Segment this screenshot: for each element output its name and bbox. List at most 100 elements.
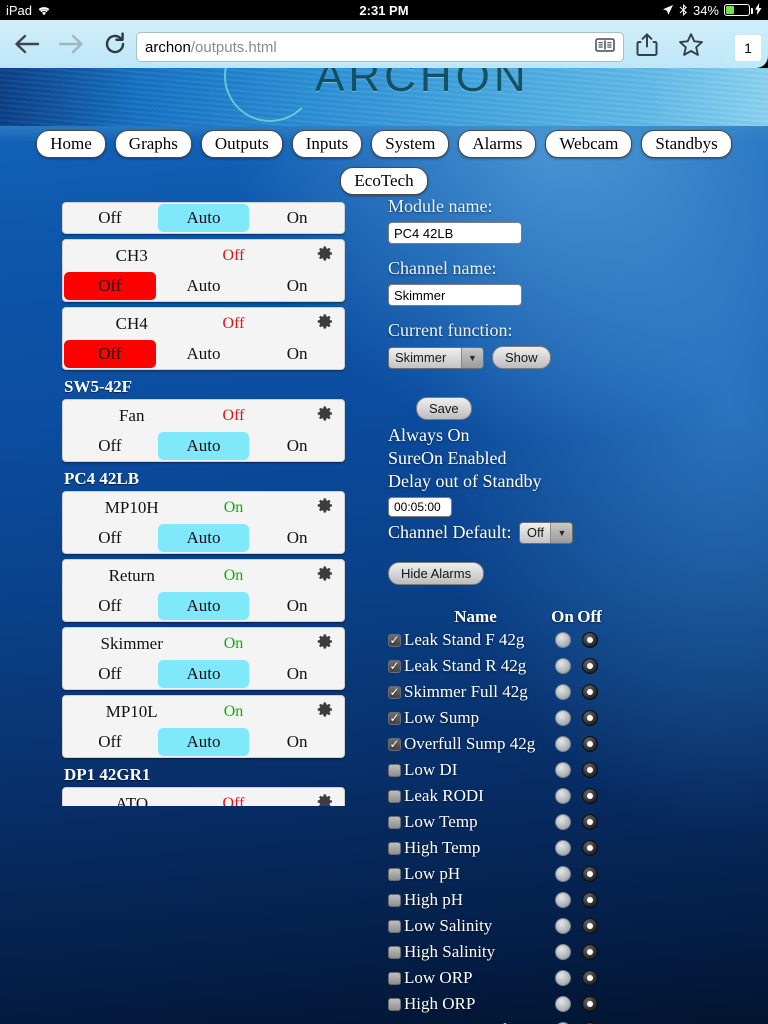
channel-mode-auto-button[interactable]: Auto [157, 660, 250, 688]
alarm-on-radio[interactable] [554, 892, 571, 909]
alarm-enable-checkbox[interactable] [388, 919, 401, 933]
channel-mode-on-button[interactable]: On [251, 272, 343, 300]
tab-count-button[interactable]: 1 [735, 35, 761, 61]
nav-item-alarms[interactable]: Alarms [458, 130, 537, 159]
channel-settings-gear-button[interactable] [277, 565, 334, 587]
delay-time-input[interactable]: 00:05:00 [388, 497, 452, 518]
bookmark-button[interactable] [678, 32, 708, 58]
alarm-on-radio[interactable] [554, 996, 571, 1013]
channel-mode-on-button[interactable]: On [251, 204, 343, 232]
alarm-off-radio[interactable] [581, 658, 598, 675]
channel-mode-off-button[interactable]: Off [64, 340, 156, 368]
alarm-on-radio[interactable] [554, 866, 571, 883]
alarm-off-radio[interactable] [581, 788, 598, 805]
nav-item-system[interactable]: System [371, 130, 450, 159]
channel-mode-off-button[interactable]: Off [64, 524, 156, 552]
alarm-enable-checkbox[interactable] [388, 685, 401, 699]
channel-mode-on-button[interactable]: On [251, 728, 343, 756]
forward-button[interactable] [52, 30, 90, 58]
alarm-on-radio[interactable] [554, 840, 571, 857]
channel-settings-gear-button[interactable] [277, 793, 334, 806]
alarm-enable-checkbox[interactable] [388, 789, 401, 803]
alarm-off-radio[interactable] [581, 996, 598, 1013]
alarm-enable-checkbox[interactable] [388, 971, 401, 985]
channel-mode-off-button[interactable]: Off [64, 728, 156, 756]
reader-view-icon[interactable] [595, 38, 615, 57]
alarm-on-radio[interactable] [554, 710, 571, 727]
channel-name-input[interactable]: Skimmer [388, 284, 522, 306]
channel-mode-auto-button[interactable]: Auto [157, 204, 250, 232]
alarm-enable-checkbox[interactable] [388, 997, 401, 1011]
reload-button[interactable] [96, 30, 134, 58]
alarm-on-radio[interactable] [554, 632, 571, 649]
alarm-on-radio[interactable] [554, 918, 571, 935]
show-button[interactable]: Show [492, 346, 551, 369]
channel-mode-off-button[interactable]: Off [64, 204, 156, 232]
nav-item-graphs[interactable]: Graphs [114, 130, 192, 159]
channel-settings-gear-button[interactable] [277, 633, 334, 655]
alarm-enable-checkbox[interactable] [388, 815, 401, 829]
alarm-on-radio[interactable] [554, 970, 571, 987]
alarm-enable-checkbox[interactable] [388, 633, 401, 647]
channel-mode-auto-button[interactable]: Auto [157, 432, 250, 460]
alarm-on-radio[interactable] [554, 762, 571, 779]
alarm-off-radio[interactable] [581, 710, 598, 727]
alarm-on-radio[interactable] [554, 944, 571, 961]
save-button[interactable]: Save [416, 397, 472, 420]
channel-mode-on-button[interactable]: On [251, 592, 343, 620]
alarm-off-radio[interactable] [581, 814, 598, 831]
alarm-enable-checkbox[interactable] [388, 945, 401, 959]
nav-item-ecotech[interactable]: EcoTech [340, 167, 428, 196]
share-button[interactable] [636, 32, 666, 58]
channel-mode-off-button[interactable]: Off [64, 592, 156, 620]
back-button[interactable] [8, 30, 46, 58]
alarm-on-radio[interactable] [554, 814, 571, 831]
alarm-enable-checkbox[interactable] [388, 867, 401, 881]
alarm-on-radio[interactable] [554, 658, 571, 675]
nav-item-standbys[interactable]: Standbys [641, 130, 732, 159]
channel-mode-on-button[interactable]: On [251, 432, 343, 460]
channel-mode-auto-button[interactable]: Auto [158, 340, 250, 368]
module-name-input[interactable]: PC4 42LB [388, 222, 522, 244]
channel-settings-gear-button[interactable] [277, 405, 334, 427]
alarm-off-radio[interactable] [581, 892, 598, 909]
alarm-off-radio[interactable] [581, 840, 598, 857]
channel-mode-off-button[interactable]: Off [64, 432, 156, 460]
nav-item-inputs[interactable]: Inputs [291, 130, 363, 159]
hide-alarms-button[interactable]: Hide Alarms [388, 562, 485, 586]
alarm-off-radio[interactable] [581, 866, 598, 883]
channel-settings-gear-button[interactable] [277, 245, 334, 267]
channel-mode-auto-button[interactable]: Auto [157, 524, 250, 552]
channel-mode-off-button[interactable]: Off [64, 272, 156, 300]
channel-settings-gear-button[interactable] [277, 497, 334, 519]
alarm-enable-checkbox[interactable] [388, 893, 401, 907]
channel-default-select[interactable]: Off ▼ [519, 521, 574, 544]
alarm-enable-checkbox[interactable] [388, 763, 401, 777]
address-bar[interactable]: archon/outputs.html [136, 32, 624, 62]
alarm-off-radio[interactable] [581, 632, 598, 649]
channel-mode-auto-button[interactable]: Auto [158, 272, 250, 300]
alarm-enable-checkbox[interactable] [388, 711, 401, 725]
nav-item-webcam[interactable]: Webcam [545, 130, 633, 159]
alarm-off-radio[interactable] [581, 970, 598, 987]
nav-item-home[interactable]: Home [36, 130, 106, 159]
channel-mode-on-button[interactable]: On [251, 524, 343, 552]
channel-settings-gear-button[interactable] [277, 701, 334, 723]
alarm-off-radio[interactable] [581, 918, 598, 935]
channel-mode-off-button[interactable]: Off [64, 660, 156, 688]
channel-mode-on-button[interactable]: On [251, 340, 343, 368]
channel-settings-gear-button[interactable] [277, 313, 334, 335]
alarm-off-radio[interactable] [581, 762, 598, 779]
channel-mode-on-button[interactable]: On [251, 660, 343, 688]
nav-item-outputs[interactable]: Outputs [200, 130, 283, 159]
channel-mode-auto-button[interactable]: Auto [157, 592, 250, 620]
channel-mode-auto-button[interactable]: Auto [157, 728, 250, 756]
alarm-on-radio[interactable] [554, 736, 571, 753]
alarm-enable-checkbox[interactable] [388, 841, 401, 855]
alarm-off-radio[interactable] [581, 736, 598, 753]
alarm-off-radio[interactable] [581, 684, 598, 701]
alarm-enable-checkbox[interactable] [388, 737, 401, 751]
alarm-enable-checkbox[interactable] [388, 659, 401, 673]
alarm-on-radio[interactable] [554, 684, 571, 701]
current-function-select[interactable]: Skimmer ▼ [388, 346, 484, 369]
